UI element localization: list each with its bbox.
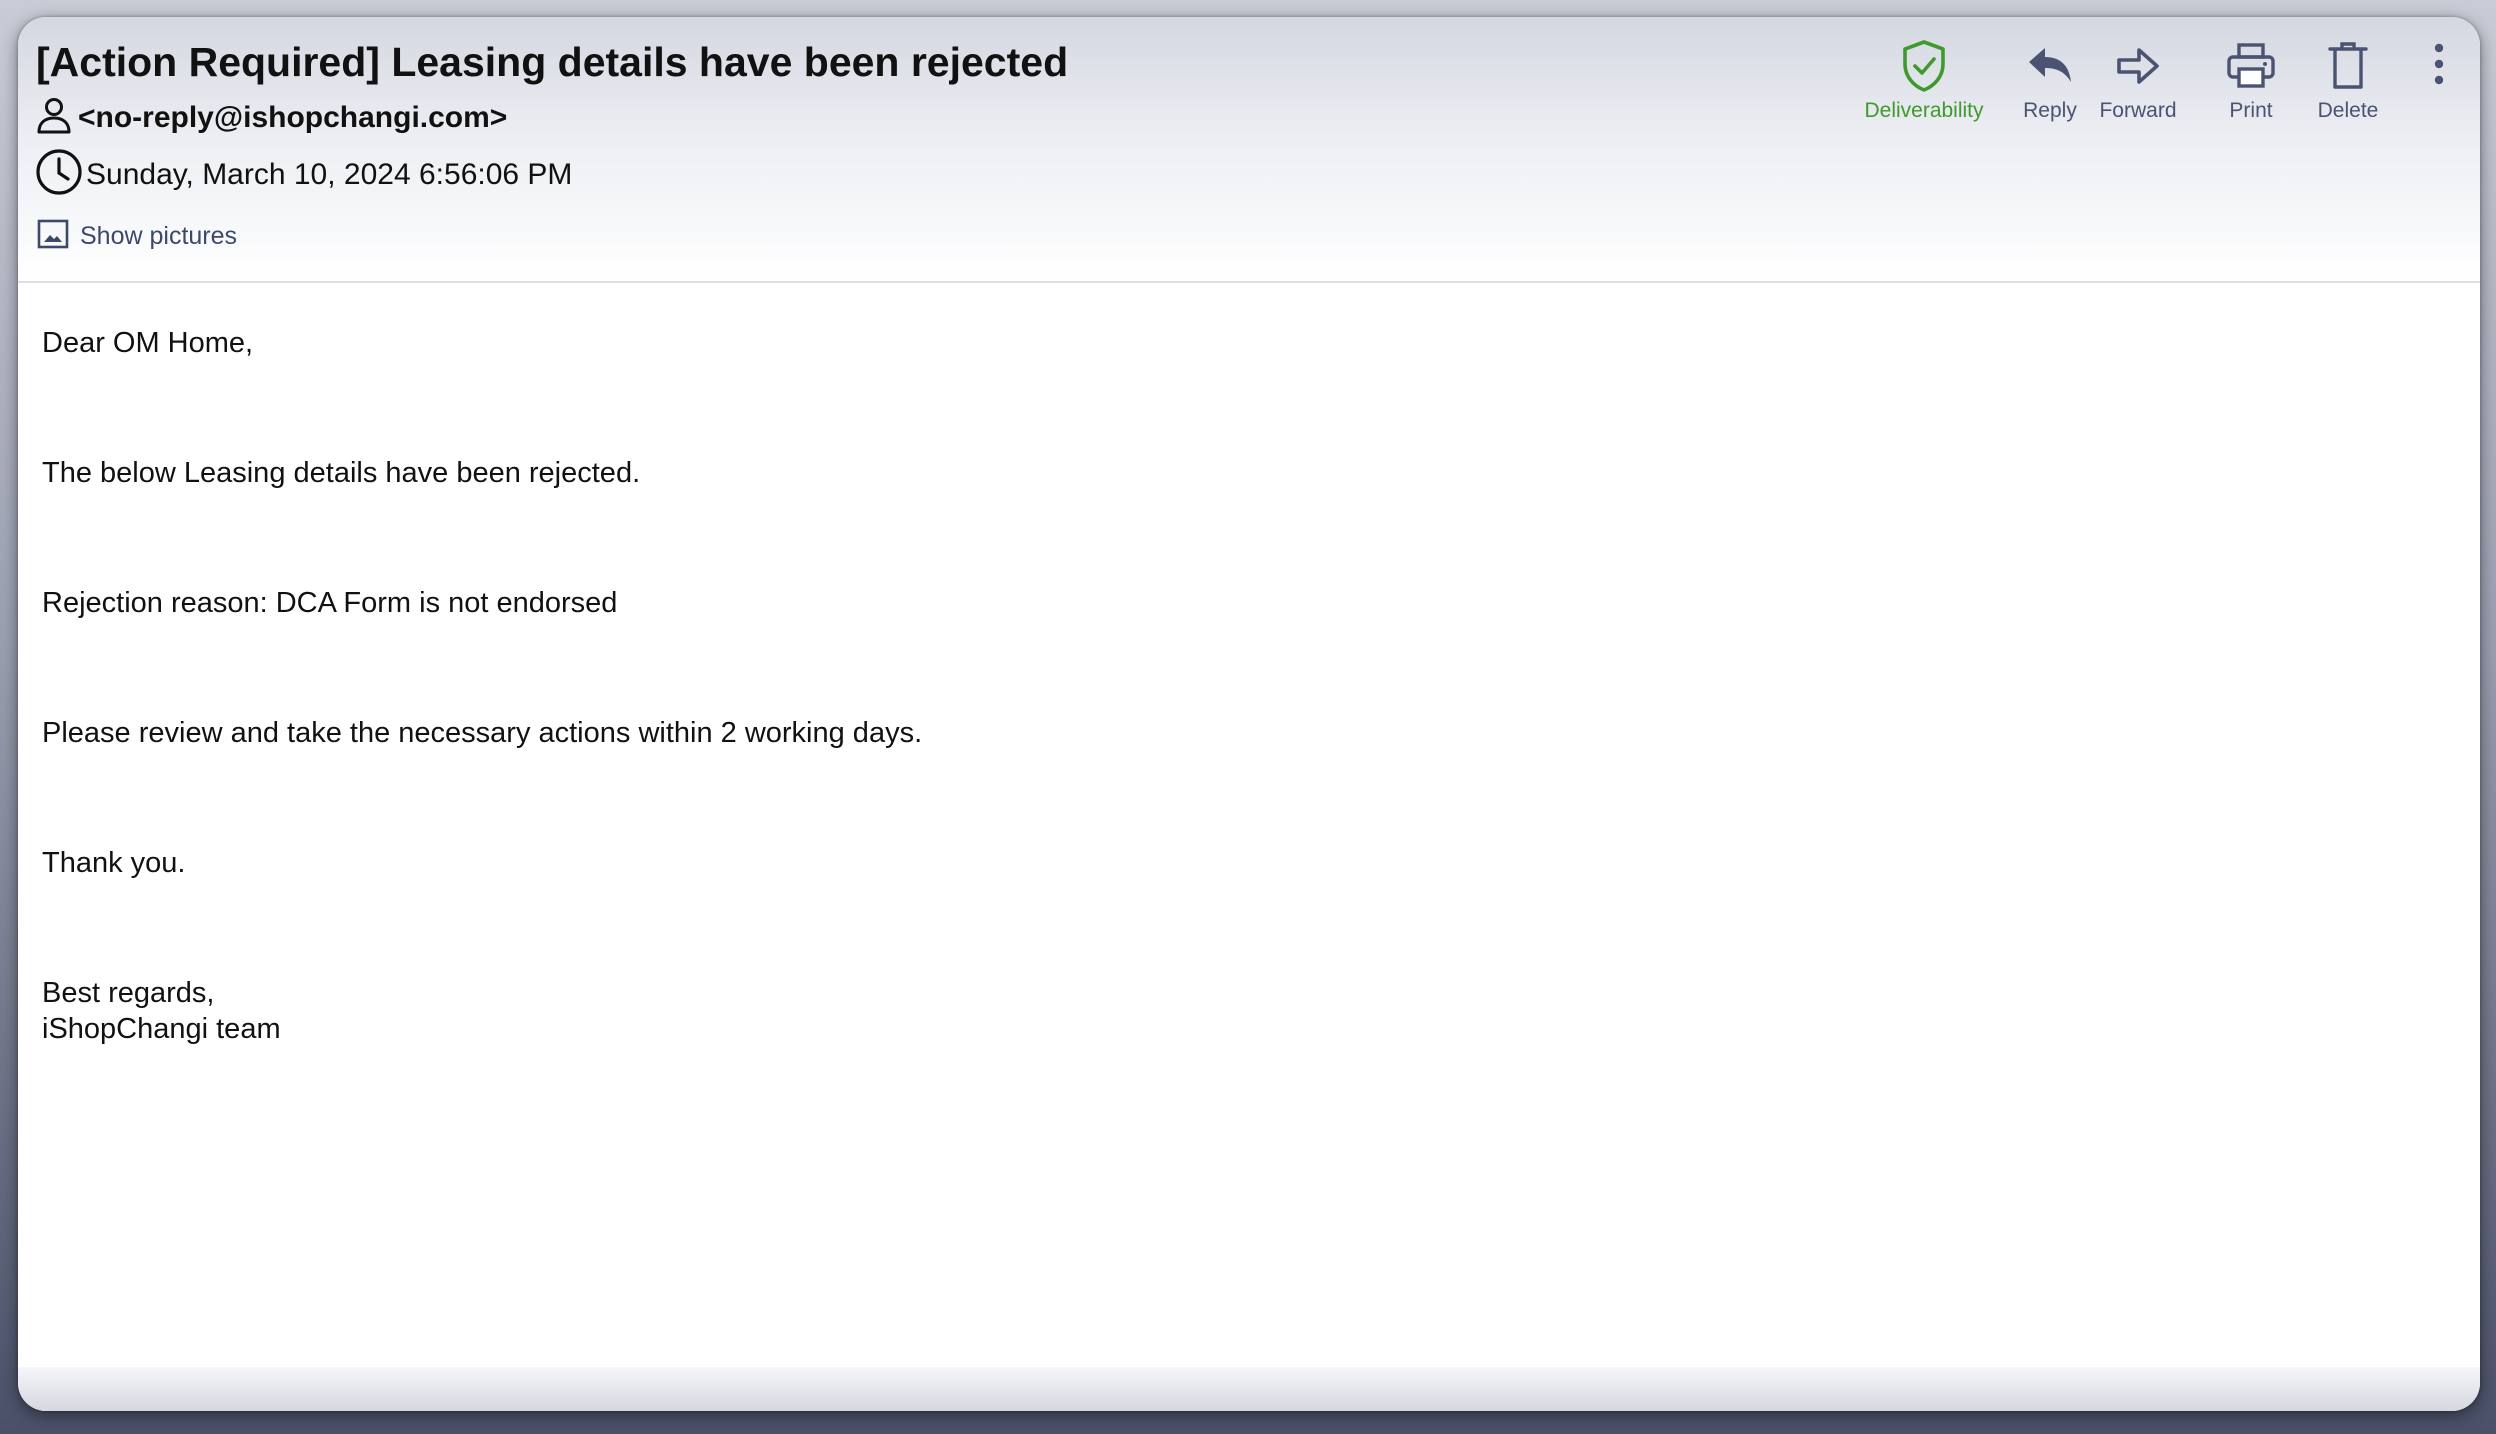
closing-text: Best regards, [42,977,215,1009]
deliverability-button[interactable]: Deliverability [1854,35,1994,123]
delete-button[interactable]: Delete [2278,35,2418,123]
clock-icon [34,147,84,202]
print-label: Print [2229,99,2273,122]
show-pictures-link[interactable]: Show pictures [36,217,237,256]
email-window: [Action Required] Leasing details have b… [18,17,2480,1411]
body-line-rejected: The below Leasing details have been reje… [42,457,641,489]
body-line-action: Please review and take the necessary act… [42,717,923,749]
body-line-thanks: Thank you. [42,847,186,879]
email-header: [Action Required] Leasing details have b… [18,17,2480,283]
forward-icon [2115,35,2161,97]
body-line-reason: Rejection reason: DCA Form is not endors… [42,587,618,619]
shield-check-icon [1899,35,1949,97]
email-toolbar: Deliverability Reply Forward Print Delet… [18,35,2480,145]
email-body: Dear OM Home, The below Leasing details … [42,325,2456,1047]
trash-icon [2326,35,2370,97]
signature-text: iShopChangi team [42,1013,281,1045]
window-footer [18,1367,2480,1411]
email-date: Sunday, March 10, 2024 6:56:06 PM [86,157,573,191]
more-vertical-icon [2433,42,2445,91]
forward-label: Forward [2099,99,2177,122]
printer-icon [2225,35,2277,97]
date-row: Sunday, March 10, 2024 6:56:06 PM [34,147,572,202]
delete-label: Delete [2317,99,2379,122]
deliverability-label: Deliverability [1864,99,1984,122]
show-pictures-label: Show pictures [80,222,238,250]
greeting-text: Dear OM Home, [42,327,254,359]
image-icon [36,217,70,256]
more-options-button[interactable] [2424,35,2454,97]
